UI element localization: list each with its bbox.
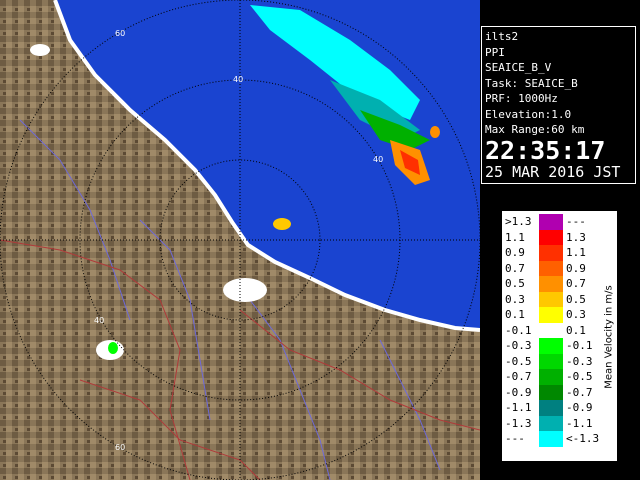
prf-value: PRF: 1000Hz xyxy=(485,92,558,105)
legend-color-swatch xyxy=(539,214,563,230)
legend-low-value: -1.1 xyxy=(505,401,532,414)
legend-row: -0.7 -0.5 xyxy=(502,369,602,385)
ring-label-top-40: 40 xyxy=(233,75,243,84)
legend-row: -1.1 -0.9 xyxy=(502,400,602,416)
legend-row: 0.5 0.7 xyxy=(502,276,602,292)
legend-color-swatch xyxy=(539,431,563,447)
legend-high-value: <-1.3 xyxy=(566,432,600,445)
legend-high-value: 0.1 xyxy=(566,323,586,337)
legend-low-value: >1.3 xyxy=(505,215,532,228)
legend-high-value: 1.3 xyxy=(566,230,586,244)
legend-high-value: 0.9 xyxy=(566,261,586,275)
legend-low-value: -0.5 xyxy=(505,354,532,368)
legend-row: -1.3 -1.1 xyxy=(502,415,602,431)
legend-color-swatch xyxy=(539,229,563,245)
legend-row: 0.7 0.9 xyxy=(502,260,602,276)
legend-low-value: 0.9 xyxy=(505,246,525,259)
scan-type: PPI xyxy=(485,45,505,59)
legend-high-value: 1.1 xyxy=(566,246,586,259)
legend-high-value: -1.1 xyxy=(566,416,593,430)
task-name: Task: SEAICE_B xyxy=(485,76,578,90)
legend-color-swatch xyxy=(539,260,563,276)
legend-low-value: 1.1 xyxy=(505,230,525,244)
velocity-legend: >1.3 --- 1.1 1.3 0.9 1.1 0.7 0.9 0.5 0.7 0.3 0.5 0.1… xyxy=(501,210,618,462)
ring-label-left-40: 40 xyxy=(94,316,104,325)
legend-color-swatch xyxy=(539,245,563,261)
legend-row: 1.1 1.3 xyxy=(502,229,602,245)
legend-row: >1.3 --- xyxy=(502,214,602,230)
legend-low-value: 0.1 xyxy=(505,308,525,321)
legend-low-value: -0.7 xyxy=(505,370,532,383)
legend-low-value: 0.7 xyxy=(505,261,525,275)
legend-high-value: 0.3 xyxy=(566,308,586,321)
legend-color-swatch xyxy=(539,291,563,307)
legend-row: 0.9 1.1 xyxy=(502,245,602,261)
ring-label-top-left-60: 60 xyxy=(115,29,125,38)
legend-color-swatch xyxy=(539,384,563,400)
legend-title: Mean Velocity in m/s xyxy=(603,285,615,389)
scan-time: 22:35:17 xyxy=(485,135,606,165)
legend-high-value: -0.7 xyxy=(566,385,593,399)
legend-row: -0.9 -0.7 xyxy=(502,384,602,400)
radar-display[interactable]: 60 40 40 40 60 xyxy=(0,0,480,480)
legend-row: -0.5 -0.3 xyxy=(502,353,602,369)
legend-row: 0.3 0.5 xyxy=(502,291,602,307)
legend-low-value: -0.9 xyxy=(505,385,532,399)
legend-color-swatch xyxy=(539,353,563,369)
legend-color-swatch xyxy=(539,276,563,292)
legend-color-swatch xyxy=(539,322,563,338)
scan-date: 25 MAR 2016 JST xyxy=(485,162,621,181)
legend-low-value: -0.1 xyxy=(505,323,532,337)
legend-low-value: -1.3 xyxy=(505,416,532,430)
legend-low-value: 0.3 xyxy=(505,292,525,306)
legend-title-strip: Mean Velocity in m/s xyxy=(602,215,616,459)
legend-color-swatch xyxy=(539,307,563,323)
legend-color-swatch xyxy=(539,415,563,431)
legend-color-swatch xyxy=(539,338,563,354)
legend-high-value: -0.1 xyxy=(566,339,593,352)
legend-high-value: 0.7 xyxy=(566,277,586,290)
ring-label-bottom-60: 60 xyxy=(115,443,125,452)
elevation-value: Elevation:1.0 xyxy=(485,107,572,121)
legend-high-value: -0.5 xyxy=(566,370,593,383)
legend-row: --- <-1.3 xyxy=(502,431,602,447)
legend-low-value: 0.5 xyxy=(505,277,525,290)
legend-row: 0.1 0.3 xyxy=(502,307,602,323)
info-panel: ilts2 PPI SEAICE_B_V Task: SEAICE_B PRF:… xyxy=(481,26,636,184)
site-name: ilts2 xyxy=(485,30,519,43)
legend-rows: >1.3 --- 1.1 1.3 0.9 1.1 0.7 0.9 0.5 0.7 0.3 0.5 0.1… xyxy=(502,214,602,447)
ring-label-right-40: 40 xyxy=(373,155,383,164)
legend-high-value: -0.9 xyxy=(566,401,593,414)
legend-low-value: --- xyxy=(505,432,525,445)
legend-row: -0.3 -0.1 xyxy=(502,338,602,354)
radar-map: 60 40 40 40 60 xyxy=(0,0,480,480)
legend-color-swatch xyxy=(539,369,563,385)
legend-high-value: 0.5 xyxy=(566,292,586,306)
legend-low-value: -0.3 xyxy=(505,339,532,352)
legend-high-value: -0.3 xyxy=(566,354,593,368)
legend-row: -0.1 0.1 xyxy=(502,322,602,338)
product-name: SEAICE_B_V xyxy=(485,61,552,74)
legend-color-swatch xyxy=(539,400,563,416)
legend-high-value: --- xyxy=(566,215,586,228)
